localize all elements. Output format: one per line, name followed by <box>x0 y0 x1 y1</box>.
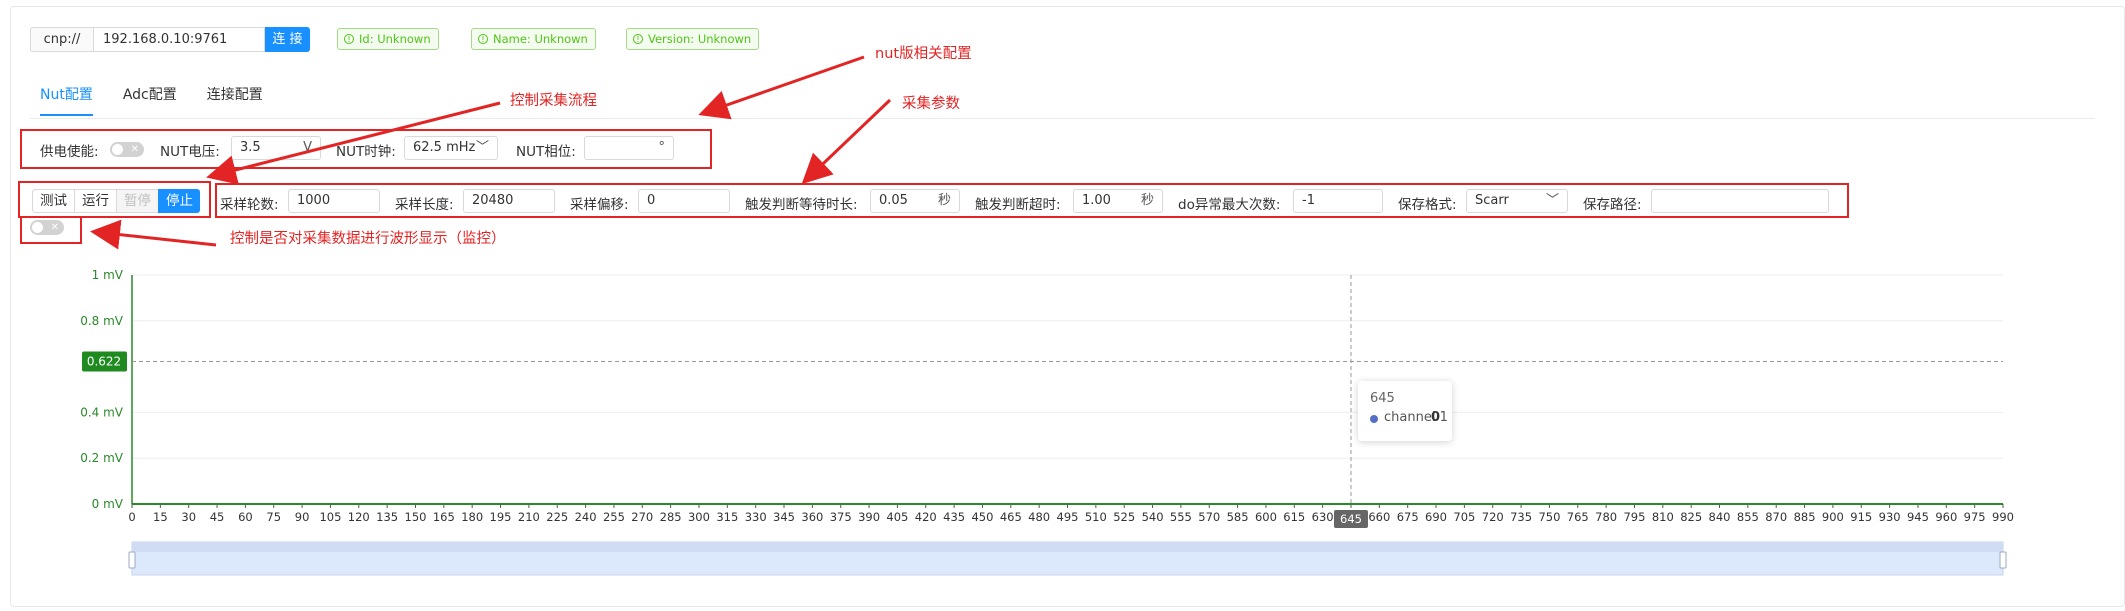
x-tick-label: 780 <box>1595 510 1617 524</box>
zoom-slider-handle-bar <box>132 542 2003 552</box>
y-tick-label: 0 mV <box>92 497 124 511</box>
x-tick-label: 405 <box>886 510 908 524</box>
x-tick-label: 210 <box>518 510 540 524</box>
x-tick-label: 525 <box>1113 510 1135 524</box>
x-tick-label: 450 <box>971 510 993 524</box>
x-tick-label: 105 <box>319 510 341 524</box>
x-tick-label: 600 <box>1255 510 1277 524</box>
x-tick-label: 495 <box>1057 510 1079 524</box>
x-tick-label: 165 <box>433 510 455 524</box>
x-tick-label: 615 <box>1283 510 1305 524</box>
x-tick-label: 60 <box>238 510 253 524</box>
x-tick-label: 900 <box>1822 510 1844 524</box>
x-tick-label: 720 <box>1482 510 1504 524</box>
x-tick-label: 0 <box>128 510 135 524</box>
x-tick-label: 45 <box>210 510 225 524</box>
chart-tooltip: 645 channel 1 0 <box>1358 381 1452 441</box>
x-tick-label: 390 <box>858 510 880 524</box>
waveform-chart[interactable]: 1 mV 0.8 mV 0.4 mV 0.2 mV 0 mV 0 15 30 45 60 75 90 1… <box>0 0 2125 611</box>
x-tick-label: 135 <box>376 510 398 524</box>
x-tick-label: 630 <box>1312 510 1334 524</box>
x-tick-label: 315 <box>716 510 738 524</box>
x-tick-label: 915 <box>1850 510 1872 524</box>
y-tick-label: 0.2 mV <box>80 451 124 465</box>
x-tick-label: 90 <box>295 510 310 524</box>
x-tick-label: 30 <box>181 510 196 524</box>
x-tick-label: 750 <box>1538 510 1560 524</box>
x-tick-label: 285 <box>660 510 682 524</box>
x-tick-label: 810 <box>1652 510 1674 524</box>
x-tick-label: 855 <box>1737 510 1759 524</box>
x-tick-label: 375 <box>830 510 852 524</box>
crosshair-y-label: 0.622 <box>87 355 121 369</box>
x-tick-label: 735 <box>1510 510 1532 524</box>
zoom-handle-right <box>1999 551 2007 569</box>
x-tick-label: 990 <box>1992 510 2014 524</box>
y-tick-label: 0.4 mV <box>80 405 124 419</box>
x-tick-label: 540 <box>1142 510 1164 524</box>
x-tick-label: 570 <box>1198 510 1220 524</box>
x-tick-label: 870 <box>1765 510 1787 524</box>
x-tick-label: 945 <box>1907 510 1929 524</box>
x-tick-label: 675 <box>1397 510 1419 524</box>
x-tick-label: 75 <box>266 510 281 524</box>
y-tick-label: 1 mV <box>92 268 124 282</box>
crosshair-x-label: 645 <box>1340 512 1362 526</box>
x-tick-label: 240 <box>575 510 597 524</box>
tooltip-value: 0 <box>1430 410 1440 425</box>
x-tick-label: 975 <box>1964 510 1986 524</box>
y-tick-label: 0.8 mV <box>80 314 124 328</box>
x-tick-label: 435 <box>943 510 965 524</box>
zoom-handle-left <box>128 551 136 569</box>
x-tick-label: 930 <box>1879 510 1901 524</box>
series-dot-icon <box>1370 415 1378 423</box>
x-tick-label: 840 <box>1709 510 1731 524</box>
x-tick-label: 120 <box>348 510 370 524</box>
x-tick-label: 795 <box>1623 510 1645 524</box>
x-tick-label: 150 <box>405 510 427 524</box>
x-tick-label: 660 <box>1368 510 1390 524</box>
x-tick-label: 360 <box>801 510 823 524</box>
x-tick-label: 345 <box>773 510 795 524</box>
x-tick-label: 705 <box>1453 510 1475 524</box>
x-tick-label: 765 <box>1567 510 1589 524</box>
x-tick-label: 555 <box>1170 510 1192 524</box>
tooltip-title: 645 <box>1370 391 1395 406</box>
x-tick-label: 255 <box>603 510 625 524</box>
x-tick-label: 270 <box>631 510 653 524</box>
x-tick-label: 825 <box>1680 510 1702 524</box>
x-tick-label: 225 <box>546 510 568 524</box>
x-tick-label: 420 <box>915 510 937 524</box>
x-tick-label: 15 <box>153 510 168 524</box>
x-tick-label: 510 <box>1085 510 1107 524</box>
x-tick-label: 180 <box>461 510 483 524</box>
x-tick-label: 465 <box>1000 510 1022 524</box>
x-tick-label: 960 <box>1935 510 1957 524</box>
x-tick-label: 300 <box>688 510 710 524</box>
x-tick-label: 480 <box>1028 510 1050 524</box>
x-tick-label: 690 <box>1425 510 1447 524</box>
x-tick-label: 585 <box>1227 510 1249 524</box>
x-tick-label: 885 <box>1794 510 1816 524</box>
x-tick-label: 330 <box>745 510 767 524</box>
x-tick-label: 195 <box>490 510 512 524</box>
